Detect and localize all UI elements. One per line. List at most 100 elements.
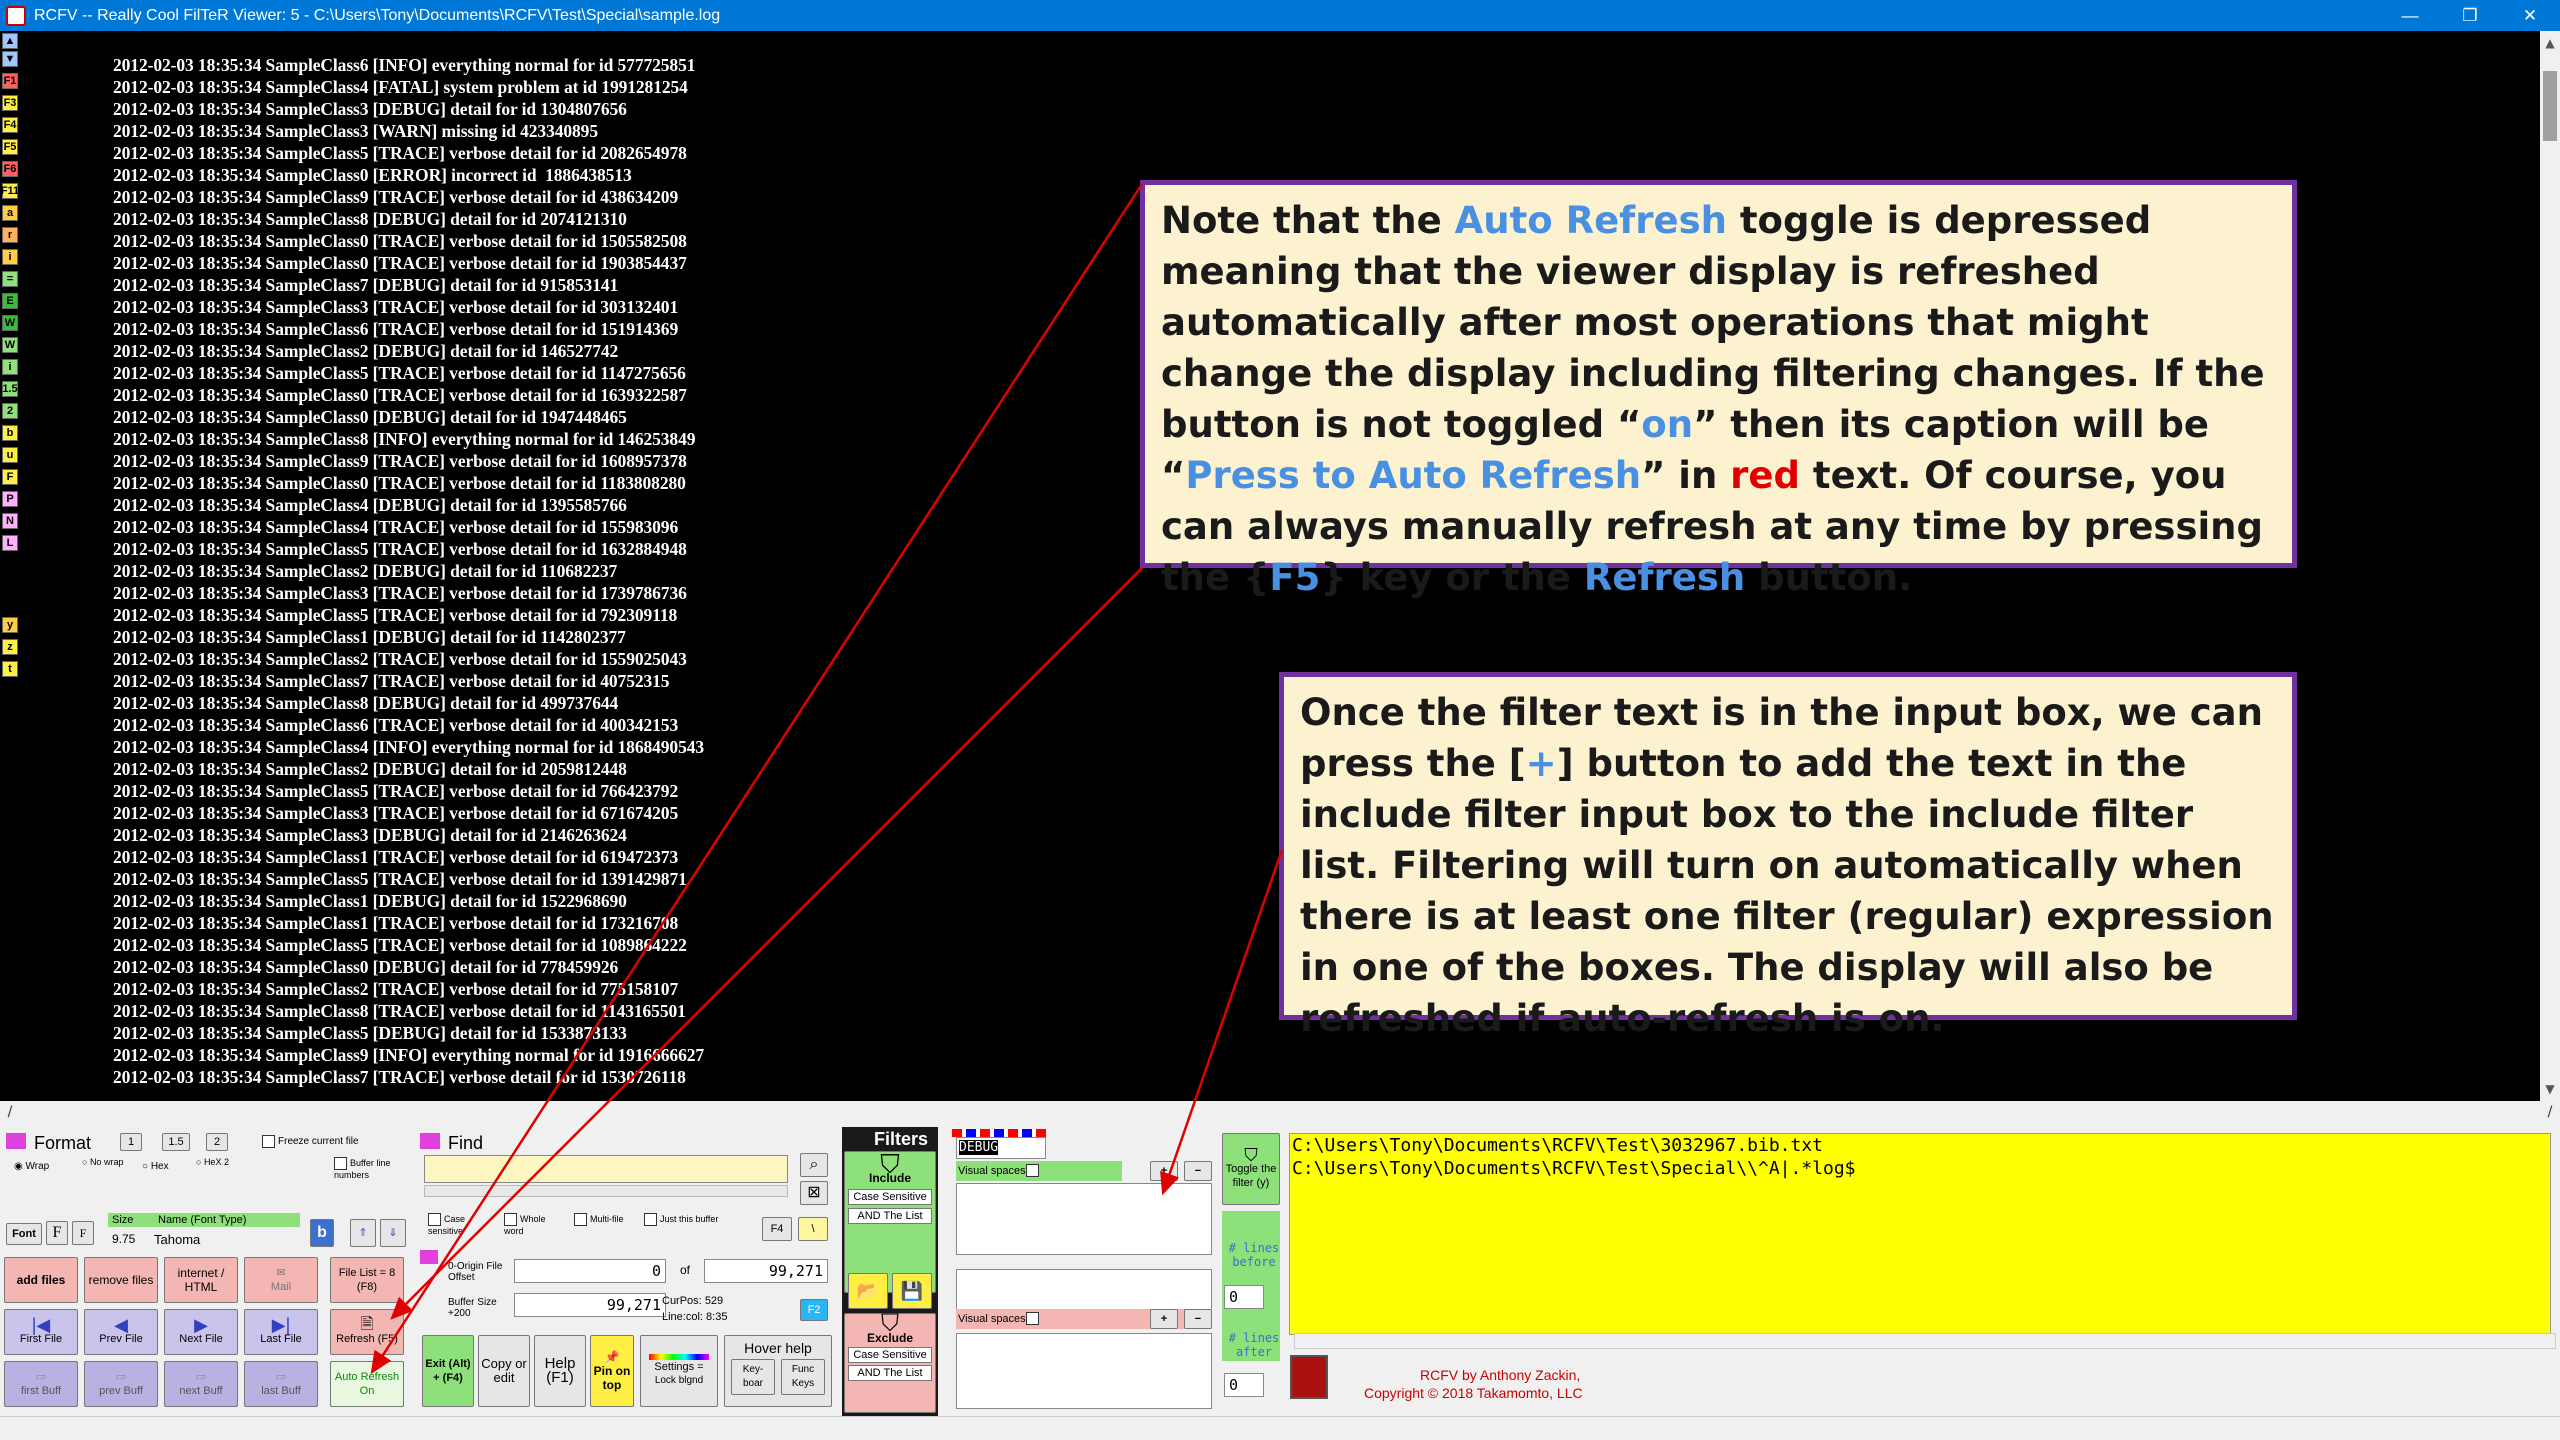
file-list-button[interactable]: File List = 8 (F8): [330, 1257, 404, 1303]
file-list-pane[interactable]: C:\Users\Tony\Documents\RCFV\Test\303296…: [1289, 1133, 2551, 1335]
include-filter-list[interactable]: [956, 1183, 1212, 1255]
find-backslash-icon[interactable]: \: [798, 1217, 828, 1241]
mail-button[interactable]: ✉ Mail: [244, 1257, 318, 1303]
minimize-button[interactable]: —: [2380, 0, 2440, 31]
find-scrollbar[interactable]: [424, 1185, 788, 1197]
scroll-top-icon[interactable]: ▲: [2, 33, 18, 49]
scroll-thumb[interactable]: [2543, 71, 2557, 141]
settings-button[interactable]: Settings = Lock blgnd: [640, 1335, 718, 1407]
pin-on-top-button[interactable]: 📌 Pin on top: [590, 1335, 634, 1407]
marker-t[interactable]: t: [2, 661, 18, 677]
scroll-up-arrow-icon[interactable]: ▲: [2540, 33, 2560, 53]
goto-f2-button[interactable]: F2: [800, 1299, 828, 1321]
clear-find-icon[interactable]: ⊠: [800, 1181, 828, 1205]
open-folder-icon[interactable]: 📂: [848, 1273, 888, 1309]
include-case-button[interactable]: Case Sensitive: [848, 1189, 932, 1205]
hscroll-right-icon[interactable]: /: [2540, 1101, 2560, 1123]
marker-l[interactable]: L: [2, 535, 18, 551]
file-list-entry[interactable]: C:\Users\Tony\Documents\RCFV\Test\303296…: [1290, 1134, 2550, 1157]
lines-before-input[interactable]: 0: [1224, 1285, 1264, 1309]
marker-f[interactable]: F: [2, 469, 18, 485]
lines-after-input[interactable]: 0: [1224, 1373, 1264, 1397]
width-1-button[interactable]: 1: [120, 1133, 142, 1151]
exclude-case-button[interactable]: Case Sensitive: [848, 1347, 932, 1363]
include-filter-input[interactable]: DEBUG: [956, 1137, 1046, 1159]
marker-i[interactable]: i: [2, 359, 18, 375]
close-button[interactable]: ✕: [2500, 0, 2560, 31]
hscroll-left-icon[interactable]: /: [0, 1101, 20, 1123]
marker-f5[interactable]: F5: [2, 139, 18, 155]
nowrap-radio[interactable]: ○ No wrap: [82, 1157, 130, 1167]
marker-n[interactable]: N: [2, 513, 18, 529]
freeze-file-checkbox[interactable]: Freeze current file: [262, 1135, 359, 1148]
marker-2[interactable]: 2: [2, 403, 18, 419]
next-buff-button[interactable]: ▭ next Buff: [164, 1361, 238, 1407]
find-input[interactable]: [424, 1155, 788, 1183]
remove-include-filter-button[interactable]: −: [1184, 1161, 1212, 1181]
bold-button[interactable]: b: [310, 1219, 334, 1247]
marker-f1[interactable]: F1: [2, 73, 18, 89]
prev-buff-button[interactable]: ▭ prev Buff: [84, 1361, 158, 1407]
save-icon[interactable]: 💾: [892, 1273, 932, 1309]
keyboard-help-button[interactable]: Key-boar: [731, 1359, 775, 1395]
font-button[interactable]: Font: [6, 1223, 42, 1245]
next-file-button[interactable]: ▶ Next File: [164, 1309, 238, 1355]
marker-p[interactable]: P: [2, 491, 18, 507]
auto-refresh-toggle[interactable]: Auto Refresh On: [330, 1361, 404, 1407]
remove-files-button[interactable]: remove files: [84, 1257, 158, 1303]
horizontal-scrollbar[interactable]: [20, 1101, 2540, 1123]
func-keys-button[interactable]: Func Keys: [781, 1359, 825, 1395]
hex2-radio[interactable]: ○ HeX 2: [196, 1157, 236, 1167]
find-f4-button[interactable]: F4: [762, 1217, 792, 1241]
marker-a[interactable]: a: [2, 205, 18, 221]
font-serif-small-icon[interactable]: F: [72, 1221, 94, 1245]
exclude-filter-list[interactable]: [956, 1333, 1212, 1409]
scroll-bottom-button-icon[interactable]: ⇓: [380, 1219, 406, 1247]
whole-word-checkbox[interactable]: Whole word: [504, 1213, 566, 1236]
marker-f3[interactable]: F3: [2, 95, 18, 111]
refresh-button[interactable]: 🗎 Refresh (F5): [330, 1309, 404, 1355]
find-case-checkbox[interactable]: Case sensitive: [428, 1213, 498, 1236]
marker-f11[interactable]: F11: [1, 183, 19, 199]
prev-file-button[interactable]: ◀ Prev File: [84, 1309, 158, 1355]
scroll-down-arrow-icon[interactable]: ▼: [2540, 1079, 2560, 1099]
just-buffer-checkbox[interactable]: Just this buffer: [644, 1213, 724, 1226]
add-files-button[interactable]: add files: [4, 1257, 78, 1303]
marker-b[interactable]: b: [2, 425, 18, 441]
marker-z[interactable]: z: [2, 639, 18, 655]
file-list-entry[interactable]: C:\Users\Tony\Documents\RCFV\Test\Specia…: [1290, 1157, 2550, 1180]
multi-file-checkbox[interactable]: Multi-file: [574, 1213, 636, 1226]
internet-html-button[interactable]: internet / HTML: [164, 1257, 238, 1303]
origin-offset-input[interactable]: 0: [514, 1259, 666, 1283]
marker-e[interactable]: E: [2, 293, 18, 309]
copy-edit-button[interactable]: Copy or edit: [478, 1335, 530, 1407]
vertical-scrollbar[interactable]: ▲ ▼: [2540, 31, 2560, 1101]
record-stop-icon[interactable]: [1290, 1355, 1328, 1399]
first-buff-button[interactable]: ▭ first Buff: [4, 1361, 78, 1407]
hex-radio[interactable]: ○ Hex: [142, 1161, 169, 1172]
exit-button[interactable]: Exit (Alt) + (F4): [422, 1335, 474, 1407]
font-size-value[interactable]: 9.75: [112, 1232, 135, 1246]
font-name-value[interactable]: Tahoma: [154, 1232, 200, 1247]
toggle-filter-button[interactable]: ⛉ Toggle the filter (y): [1222, 1133, 1280, 1205]
file-list-scrollbar[interactable]: [1294, 1333, 2556, 1349]
font-serif-icon[interactable]: F: [46, 1221, 68, 1245]
include-visual-spaces[interactable]: Visual spaces?: [956, 1161, 1122, 1181]
buffer-lines-checkbox[interactable]: Buffer line numbers: [334, 1157, 404, 1180]
wrap-radio[interactable]: ◉ Wrap: [14, 1161, 49, 1172]
buffer-size-input[interactable]: 99,271: [514, 1293, 666, 1317]
binoculars-icon[interactable]: ⌕: [800, 1153, 828, 1177]
marker-w[interactable]: W: [2, 315, 18, 331]
first-file-button[interactable]: |◀ First File: [4, 1309, 78, 1355]
help-button[interactable]: Help (F1): [534, 1335, 586, 1407]
width-15-button[interactable]: 1.5: [162, 1133, 190, 1151]
add-include-filter-button[interactable]: +: [1150, 1161, 1178, 1181]
remove-exclude-filter-button[interactable]: −: [1184, 1309, 1212, 1329]
marker-1-5[interactable]: 1.5: [2, 381, 18, 397]
marker-u[interactable]: u: [2, 447, 18, 463]
restore-button[interactable]: ❐: [2440, 0, 2500, 31]
last-buff-button[interactable]: ▭ last Buff: [244, 1361, 318, 1407]
marker-i[interactable]: i: [2, 249, 18, 265]
last-file-button[interactable]: ▶| Last File: [244, 1309, 318, 1355]
scroll-top-button-icon[interactable]: ⇑: [350, 1219, 376, 1247]
